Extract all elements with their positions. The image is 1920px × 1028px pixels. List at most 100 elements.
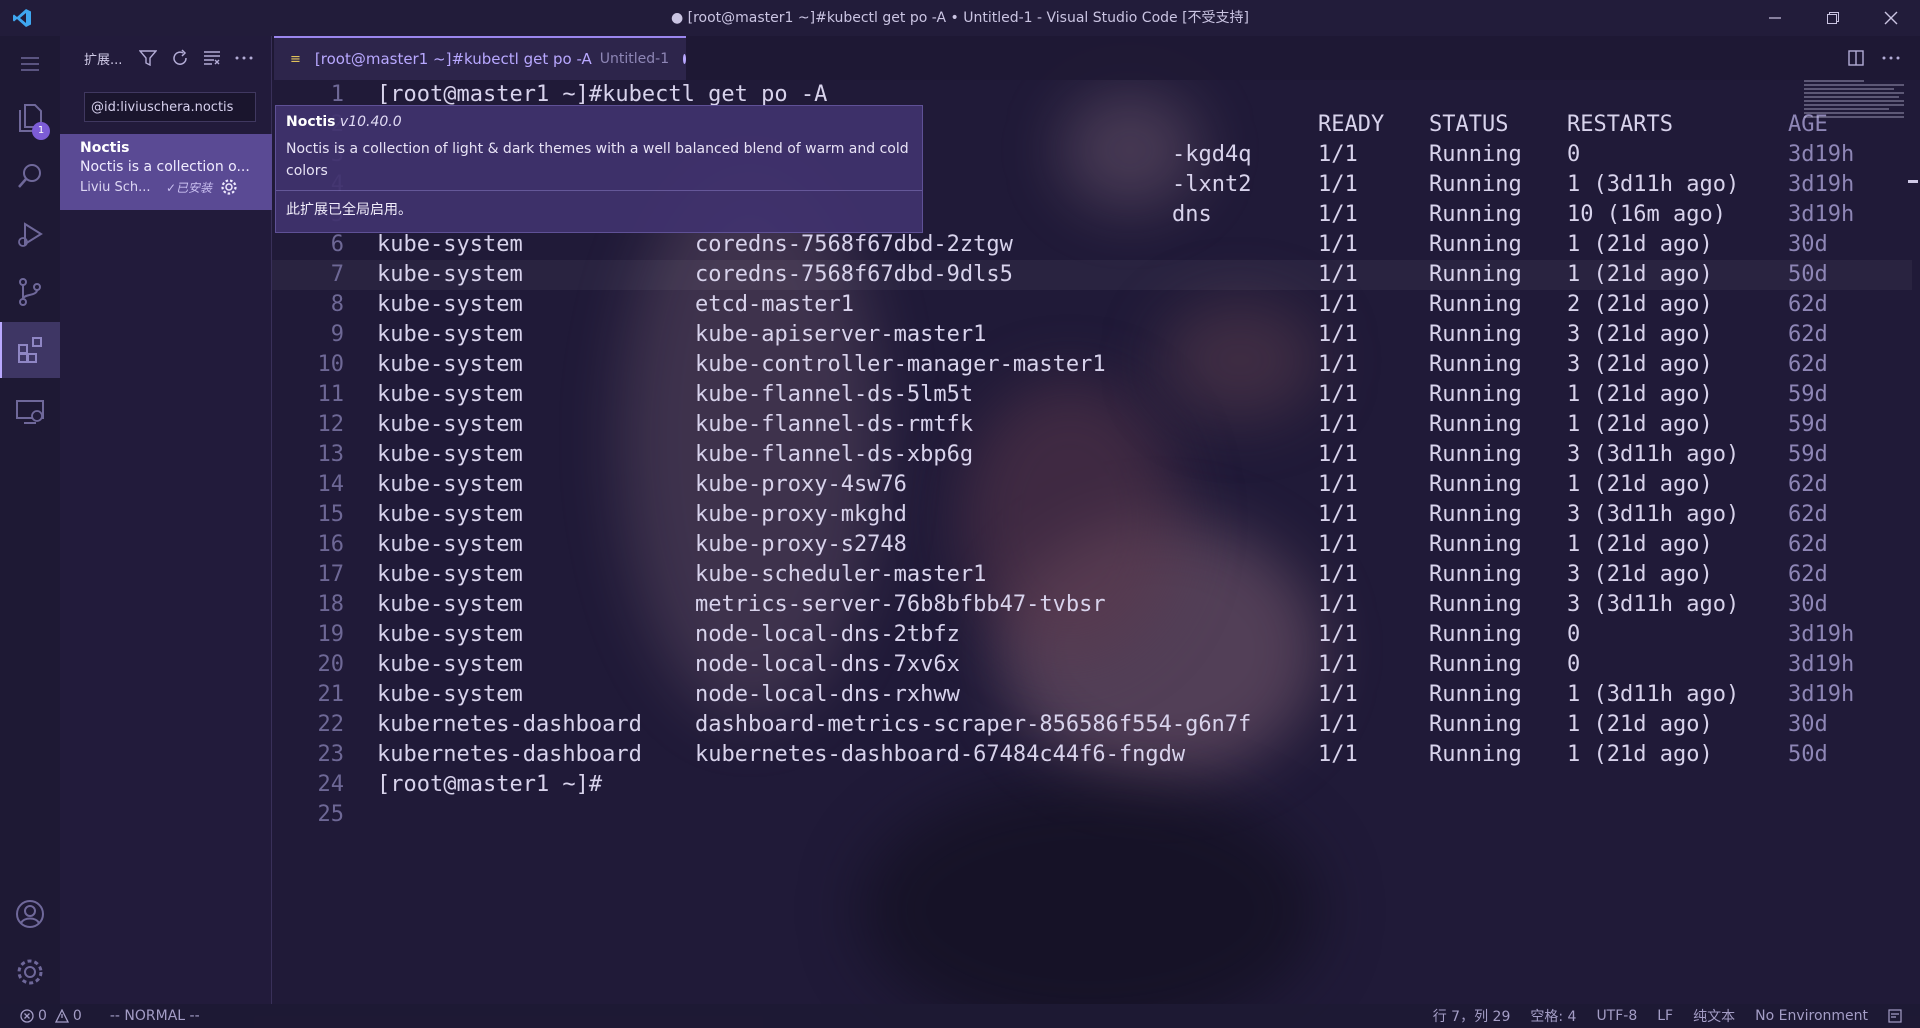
output-cell: kubernetes-dashboard-67484c44f6-fngdw <box>695 742 1186 767</box>
editor-line: 9 kube-system kube-apiserver-master1 1/1 Run… <box>272 320 1912 350</box>
output-cell: 30d <box>1788 232 1828 257</box>
output-cell: 1 (21d ago) <box>1567 412 1713 437</box>
restore-icon[interactable] <box>1804 0 1862 36</box>
output-cell: Running <box>1429 382 1522 407</box>
split-editor-icon[interactable] <box>1848 50 1864 66</box>
editor-line: 23 kubernetes-dashboard kubernetes-dashboa… <box>272 740 1912 770</box>
output-cell: 1/1 <box>1318 292 1358 317</box>
output-cell: kube-system <box>377 472 523 497</box>
output-cell: 0 <box>1567 652 1581 677</box>
tab-untitled-1[interactable]: ≡ [root@master1 ~]#kubectl get po -A Unt… <box>274 36 686 80</box>
output-cell: kube-flannel-ds-5lm5t <box>695 382 974 407</box>
line-number: 14 <box>317 472 345 497</box>
environment-indicator[interactable]: No Environment <box>1745 1008 1878 1024</box>
output-cell: 1 (21d ago) <box>1567 262 1713 287</box>
encoding-setting[interactable]: UTF-8 <box>1586 1008 1647 1024</box>
output-cell: 50d <box>1788 742 1828 767</box>
line-number: 8 <box>330 292 344 317</box>
output-cell: kube-proxy-s2748 <box>695 532 907 557</box>
output-cell: kube-flannel-ds-rmtfk <box>695 412 974 437</box>
line-number: 23 <box>317 742 345 767</box>
output-cell: Running <box>1429 412 1522 437</box>
line-number: 7 <box>330 262 344 287</box>
output-cell: 2 (21d ago) <box>1567 292 1713 317</box>
output-cell: kube-system <box>377 652 523 677</box>
line-number: 24 <box>317 772 345 797</box>
output-cell: 1/1 <box>1318 262 1358 287</box>
line-number: 21 <box>317 682 345 707</box>
filter-icon[interactable] <box>137 47 159 69</box>
output-cell: kube-system <box>377 292 523 317</box>
output-cell: 0 <box>1567 142 1581 167</box>
output-cell: 1 (21d ago) <box>1567 232 1713 257</box>
output-cell: 3d19h <box>1788 652 1855 677</box>
output-cell: Running <box>1429 352 1522 377</box>
status-bar: 0 0 -- NORMAL -- 行 7，列 29 空格: 4 UTF-8 LF… <box>0 1004 1920 1028</box>
output-cell: 62d <box>1788 502 1828 527</box>
output-cell: 1/1 <box>1318 622 1358 647</box>
settings-icon[interactable] <box>0 944 60 1000</box>
language-mode[interactable]: 纯文本 <box>1683 1006 1745 1026</box>
cursor-position[interactable]: 行 7，列 29 <box>1423 1006 1521 1026</box>
output-cell: kube-flannel-ds-xbp6g <box>695 442 974 467</box>
output-cell: Running <box>1429 292 1522 317</box>
output-cell: Running <box>1429 712 1522 737</box>
output-cell: Running <box>1429 442 1522 467</box>
output-cell: Running <box>1429 142 1522 167</box>
eol-setting[interactable]: LF <box>1647 1008 1683 1024</box>
output-cell: 1/1 <box>1318 532 1358 557</box>
output-cell: 3d19h <box>1788 202 1855 227</box>
files-icon[interactable]: 1 <box>0 90 60 146</box>
menu-icon[interactable] <box>0 40 60 88</box>
output-cell: 62d <box>1788 472 1828 497</box>
output-cell: 3 (3d11h ago) <box>1567 442 1740 467</box>
extension-installed-label: ✓已安装 <box>166 180 213 195</box>
editor-line: 22 kubernetes-dashboard dashboard-metrics-… <box>272 710 1912 740</box>
tab-description: Untitled-1 <box>599 51 670 67</box>
feedback-icon[interactable] <box>1878 1009 1912 1023</box>
tab-label: [root@master1 ~]#kubectl get po -A <box>314 50 592 68</box>
header-cell: READY <box>1318 112 1385 137</box>
search-icon[interactable] <box>0 148 60 204</box>
output-cell: 1/1 <box>1318 232 1358 257</box>
tooltip-status: 此扩展已全局启用。 <box>286 202 412 218</box>
output-cell: 1/1 <box>1318 592 1358 617</box>
close-icon[interactable] <box>1862 0 1920 36</box>
minimap[interactable] <box>1804 80 1914 128</box>
extension-name: Noctis <box>80 140 130 156</box>
source-control-icon[interactable] <box>0 264 60 320</box>
refresh-icon[interactable] <box>169 47 191 69</box>
tooltip-description: Noctis is a collection of light & dark t… <box>286 141 909 179</box>
remote-explorer-icon[interactable] <box>0 384 60 440</box>
editor-more-actions-icon[interactable] <box>1882 55 1900 61</box>
run-debug-icon[interactable] <box>0 206 60 262</box>
extension-search-input[interactable] <box>84 92 256 122</box>
problems-indicator[interactable]: 0 0 <box>20 1008 82 1024</box>
indentation-setting[interactable]: 空格: 4 <box>1520 1006 1586 1026</box>
extensions-icon[interactable] <box>0 322 60 378</box>
output-cell: kube-scheduler-master1 <box>695 562 987 587</box>
output-cell: kube-system <box>377 682 523 707</box>
output-cell: kube-apiserver-master1 <box>695 322 987 347</box>
output-cell: 3d19h <box>1788 172 1855 197</box>
manage-gear-icon[interactable] <box>220 178 238 196</box>
clear-results-icon[interactable] <box>201 47 223 69</box>
output-cell: 1/1 <box>1318 562 1358 587</box>
output-cell: Running <box>1429 502 1522 527</box>
output-cell: Running <box>1429 172 1522 197</box>
output-cell: Running <box>1429 202 1522 227</box>
sidebar-title: 扩展... <box>84 52 123 68</box>
output-cell: 3 (21d ago) <box>1567 322 1713 347</box>
output-cell: Running <box>1429 232 1522 257</box>
more-actions-icon[interactable] <box>233 47 255 69</box>
line-number: 13 <box>317 442 345 467</box>
window-title: ● [root@master1 ~]#kubectl get po -A • U… <box>670 10 1250 26</box>
account-icon[interactable] <box>0 886 60 942</box>
output-cell: kube-system <box>377 382 523 407</box>
unsaved-dot-icon[interactable] <box>683 54 686 64</box>
line-number: 19 <box>317 622 345 647</box>
extension-hover-tooltip: Noctis v10.40.0 Noctis is a collection o… <box>275 105 923 233</box>
tooltip-extension-version: v10.40.0 <box>339 114 402 130</box>
extension-list-item[interactable]: Noctis Noctis is a collection o... Liviu… <box>60 134 272 210</box>
minimize-icon[interactable] <box>1746 0 1804 36</box>
